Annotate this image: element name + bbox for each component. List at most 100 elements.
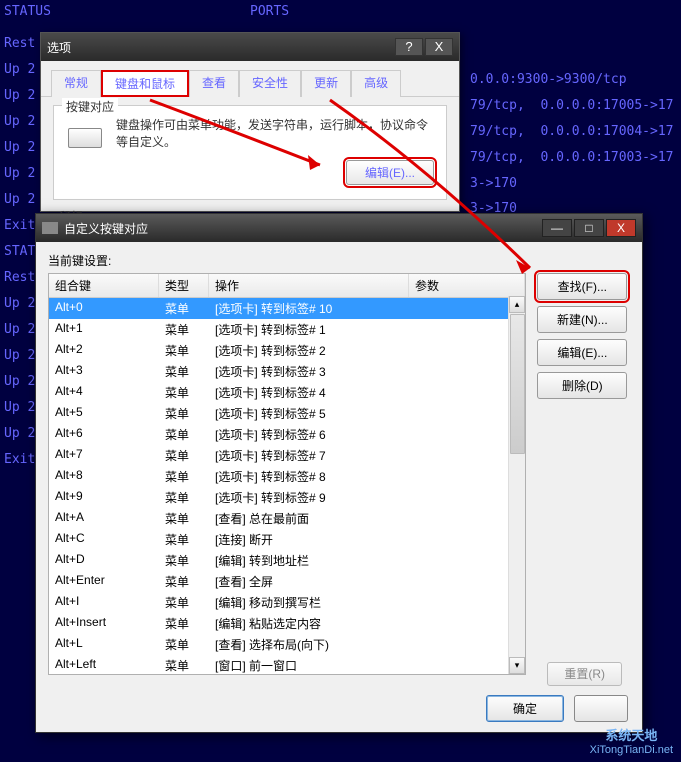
table-scrollbar[interactable]: ▴ ▾ <box>508 296 525 674</box>
cell-combo: Alt+L <box>49 635 159 654</box>
cell-action: [编辑] 粘贴选定内容 <box>209 614 409 633</box>
cell-combo: Alt+Insert <box>49 614 159 633</box>
bg-port-line: 79/tcp, 0.0.0.0:17003->17 <box>470 150 674 165</box>
cell-type: 菜单 <box>159 299 209 318</box>
scroll-down-button[interactable]: ▾ <box>509 657 525 674</box>
bg-port-line: 79/tcp, 0.0.0.0:17004->17 <box>470 124 674 139</box>
cell-type: 菜单 <box>159 488 209 507</box>
cell-type: 菜单 <box>159 530 209 549</box>
delete-button[interactable]: 删除(D) <box>537 372 627 399</box>
edit-keymap-button[interactable]: 编辑(E)... <box>346 160 434 185</box>
bg-line: Up 2 <box>4 166 43 181</box>
window-icon <box>42 222 58 234</box>
table-row[interactable]: Alt+6菜单[选项卡] 转到标签# 6 <box>49 424 525 445</box>
table-row[interactable]: Alt+D菜单[编辑] 转到地址栏 <box>49 550 525 571</box>
cancel-button[interactable] <box>574 695 628 722</box>
maximize-button[interactable]: □ <box>574 219 604 237</box>
cell-type: 菜单 <box>159 656 209 675</box>
cell-combo: Alt+6 <box>49 425 159 444</box>
cell-combo: Alt+8 <box>49 467 159 486</box>
table-header: 组合键 类型 操作 参数 <box>49 274 525 298</box>
bg-line: Up 2 <box>4 140 43 155</box>
table-row[interactable]: Alt+7菜单[选项卡] 转到标签# 7 <box>49 445 525 466</box>
cell-combo: Alt+C <box>49 530 159 549</box>
options-tabs: 常规键盘和鼠标查看安全性更新高级 <box>41 61 459 97</box>
col-type[interactable]: 类型 <box>159 274 209 297</box>
options-titlebar[interactable]: 选项 ? X <box>41 33 459 61</box>
table-row[interactable]: Alt+0菜单[选项卡] 转到标签# 10 <box>49 298 525 319</box>
table-row[interactable]: Alt+9菜单[选项卡] 转到标签# 9 <box>49 487 525 508</box>
cell-combo: Alt+4 <box>49 383 159 402</box>
cell-action: [选项卡] 转到标签# 10 <box>209 299 409 318</box>
cell-type: 菜单 <box>159 509 209 528</box>
tab-2[interactable]: 查看 <box>189 70 239 97</box>
close-button[interactable]: X <box>606 219 636 237</box>
cell-action: [选项卡] 转到标签# 8 <box>209 467 409 486</box>
help-button[interactable]: ? <box>395 38 423 56</box>
close-button[interactable]: X <box>425 38 453 56</box>
cell-type: 菜单 <box>159 467 209 486</box>
table-row[interactable]: Alt+5菜单[选项卡] 转到标签# 5 <box>49 403 525 424</box>
bg-port-line: 0.0.0:9300->9300/tcp <box>470 72 674 87</box>
table-row[interactable]: Alt+Insert菜单[编辑] 粘贴选定内容 <box>49 613 525 634</box>
table-row[interactable]: Alt+L菜单[查看] 选择布局(向下) <box>49 634 525 655</box>
col-param[interactable]: 参数 <box>409 274 525 297</box>
table-row[interactable]: Alt+Left菜单[窗口] 前一窗口 <box>49 655 525 675</box>
table-row[interactable]: Alt+Enter菜单[查看] 全屏 <box>49 571 525 592</box>
cell-type: 菜单 <box>159 614 209 633</box>
col-action[interactable]: 操作 <box>209 274 409 297</box>
cell-action: [编辑] 转到地址栏 <box>209 551 409 570</box>
custom-keymap-window: 自定义按键对应 — □ X 当前键设置: 组合键 类型 操作 参数 Alt+0菜… <box>35 213 643 733</box>
bg-line: Rest <box>4 36 43 51</box>
cell-action: [查看] 全屏 <box>209 572 409 591</box>
cell-combo: Alt+3 <box>49 362 159 381</box>
cell-type: 菜单 <box>159 446 209 465</box>
cell-action: [窗口] 前一窗口 <box>209 656 409 675</box>
edit-button[interactable]: 编辑(E)... <box>537 339 627 366</box>
minimize-button[interactable]: — <box>542 219 572 237</box>
scroll-thumb[interactable] <box>510 314 525 454</box>
table-row[interactable]: Alt+1菜单[选项卡] 转到标签# 1 <box>49 319 525 340</box>
cell-type: 菜单 <box>159 635 209 654</box>
current-keys-label: 当前键设置: <box>48 252 630 269</box>
table-row[interactable]: Alt+C菜单[连接] 断开 <box>49 529 525 550</box>
bg-line: Up 2 <box>4 88 43 103</box>
table-row[interactable]: Alt+3菜单[选项卡] 转到标签# 3 <box>49 361 525 382</box>
cell-combo: Alt+Left <box>49 656 159 675</box>
bg-ports-label: PORTS <box>250 4 289 19</box>
tab-0[interactable]: 常规 <box>51 70 101 97</box>
table-row[interactable]: Alt+8菜单[选项卡] 转到标签# 8 <box>49 466 525 487</box>
cell-type: 菜单 <box>159 404 209 423</box>
cell-combo: Alt+9 <box>49 488 159 507</box>
cell-combo: Alt+D <box>49 551 159 570</box>
options-window: 选项 ? X 常规键盘和鼠标查看安全性更新高级 按键对应 键盘操作可由菜单功能，… <box>40 32 460 212</box>
bg-port-line: 79/tcp, 0.0.0.0:17005->17 <box>470 98 674 113</box>
cell-action: [查看] 总在最前面 <box>209 509 409 528</box>
table-row[interactable]: Alt+I菜单[编辑] 移动到撰写栏 <box>49 592 525 613</box>
tab-5[interactable]: 高级 <box>351 70 401 97</box>
scroll-up-button[interactable]: ▴ <box>509 296 525 313</box>
tab-3[interactable]: 安全性 <box>239 70 301 97</box>
new-button[interactable]: 新建(N)... <box>537 306 627 333</box>
cell-action: [编辑] 移动到撰写栏 <box>209 593 409 612</box>
watermark-logo: 系统天地 XiTongTianDi.net <box>590 725 673 756</box>
cell-type: 菜单 <box>159 362 209 381</box>
keymap-titlebar[interactable]: 自定义按键对应 — □ X <box>36 214 642 242</box>
cell-type: 菜单 <box>159 341 209 360</box>
cell-type: 菜单 <box>159 572 209 591</box>
bg-line: Up 2 <box>4 114 43 129</box>
bg-line: Up 2 <box>4 62 43 77</box>
ok-button[interactable]: 确定 <box>486 695 564 722</box>
cell-type: 菜单 <box>159 551 209 570</box>
cell-action: [选项卡] 转到标签# 2 <box>209 341 409 360</box>
tab-1[interactable]: 键盘和鼠标 <box>101 70 189 97</box>
bg-port-line: 3->170 <box>470 176 674 191</box>
table-row[interactable]: Alt+2菜单[选项卡] 转到标签# 2 <box>49 340 525 361</box>
table-row[interactable]: Alt+4菜单[选项卡] 转到标签# 4 <box>49 382 525 403</box>
table-row[interactable]: Alt+A菜单[查看] 总在最前面 <box>49 508 525 529</box>
find-button[interactable]: 查找(F)... <box>537 273 627 300</box>
cell-type: 菜单 <box>159 320 209 339</box>
col-combo[interactable]: 组合键 <box>49 274 159 297</box>
tab-4[interactable]: 更新 <box>301 70 351 97</box>
keymap-table[interactable]: 组合键 类型 操作 参数 Alt+0菜单[选项卡] 转到标签# 10Alt+1菜… <box>48 273 526 675</box>
